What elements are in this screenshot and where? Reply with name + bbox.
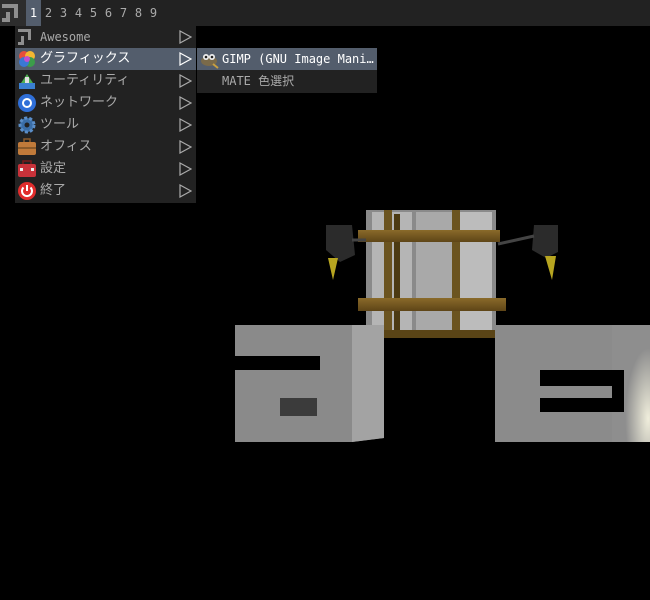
- tag-8[interactable]: 8: [131, 0, 146, 26]
- menu-item-utilities[interactable]: ユーティリティ: [15, 70, 196, 92]
- tag-7[interactable]: 7: [116, 0, 131, 26]
- gimp-icon: [201, 54, 219, 69]
- tag-1[interactable]: 1: [26, 0, 41, 26]
- menu-item-exit[interactable]: 終了: [15, 180, 196, 202]
- menu-item-network[interactable]: ネットワーク: [15, 92, 196, 114]
- awesome-logo-icon: [2, 4, 18, 22]
- submenu-arrow-icon: [179, 30, 192, 44]
- submenu-arrow-icon: [179, 184, 192, 198]
- tag-9[interactable]: 9: [146, 0, 161, 26]
- submenu-arrow-icon: [179, 140, 192, 154]
- submenu-item-gimp[interactable]: GIMP (GNU Image Mani…: [197, 48, 377, 70]
- menu-item-tools[interactable]: ツール: [15, 114, 196, 136]
- blank-icon: [199, 71, 219, 91]
- settings-toolbox-icon: [18, 160, 36, 177]
- submenu-arrow-icon: [179, 118, 192, 132]
- awesome-launcher-button[interactable]: [0, 0, 26, 26]
- tag-4[interactable]: 4: [71, 0, 86, 26]
- menu-item-office[interactable]: オフィス: [15, 136, 196, 158]
- menu-item-label: Awesome: [40, 30, 91, 44]
- menu-item-graphics[interactable]: グラフィックス: [15, 48, 196, 70]
- awesome-icon: [18, 29, 31, 45]
- menu-item-label: オフィス: [40, 139, 92, 154]
- submenu-item-label: MATE 色選択: [222, 74, 295, 88]
- main-menu: Awesome グラフィックス ユーティリティ ネットワーク ツール オフィス …: [15, 26, 196, 203]
- tag-2[interactable]: 2: [41, 0, 56, 26]
- menu-item-label: ツール: [40, 117, 80, 132]
- submenu-arrow-icon: [179, 162, 192, 176]
- tag-list: 1 2 3 4 5 6 7 8 9: [26, 0, 161, 26]
- submenu-arrow-icon: [179, 74, 192, 88]
- menu-item-label: ネットワーク: [40, 95, 119, 110]
- menu-item-label: 設定: [40, 161, 67, 176]
- menu-item-label: 終了: [40, 183, 67, 198]
- utilities-icon: [19, 74, 35, 89]
- tag-5[interactable]: 5: [86, 0, 101, 26]
- tag-3[interactable]: 3: [56, 0, 71, 26]
- menu-item-settings[interactable]: 設定: [15, 158, 196, 180]
- graphics-submenu: GIMP (GNU Image Mani… MATE 色選択: [197, 48, 377, 93]
- graphics-icon: [19, 51, 35, 67]
- power-icon: [18, 182, 36, 200]
- submenu-arrow-icon: [179, 96, 192, 110]
- menu-item-label: グラフィックス: [40, 51, 131, 66]
- menu-item-awesome[interactable]: Awesome: [15, 26, 196, 48]
- tag-6[interactable]: 6: [101, 0, 116, 26]
- top-bar: 1 2 3 4 5 6 7 8 9: [0, 0, 650, 26]
- submenu-item-label: GIMP (GNU Image Mani…: [222, 52, 374, 66]
- network-icon: [18, 94, 36, 112]
- menu-item-label: ユーティリティ: [40, 73, 130, 88]
- submenu-item-mate-color-picker[interactable]: MATE 色選択: [197, 70, 377, 92]
- office-briefcase-icon: [18, 138, 36, 155]
- tools-gear-icon: [18, 116, 36, 134]
- submenu-arrow-icon: [179, 52, 192, 66]
